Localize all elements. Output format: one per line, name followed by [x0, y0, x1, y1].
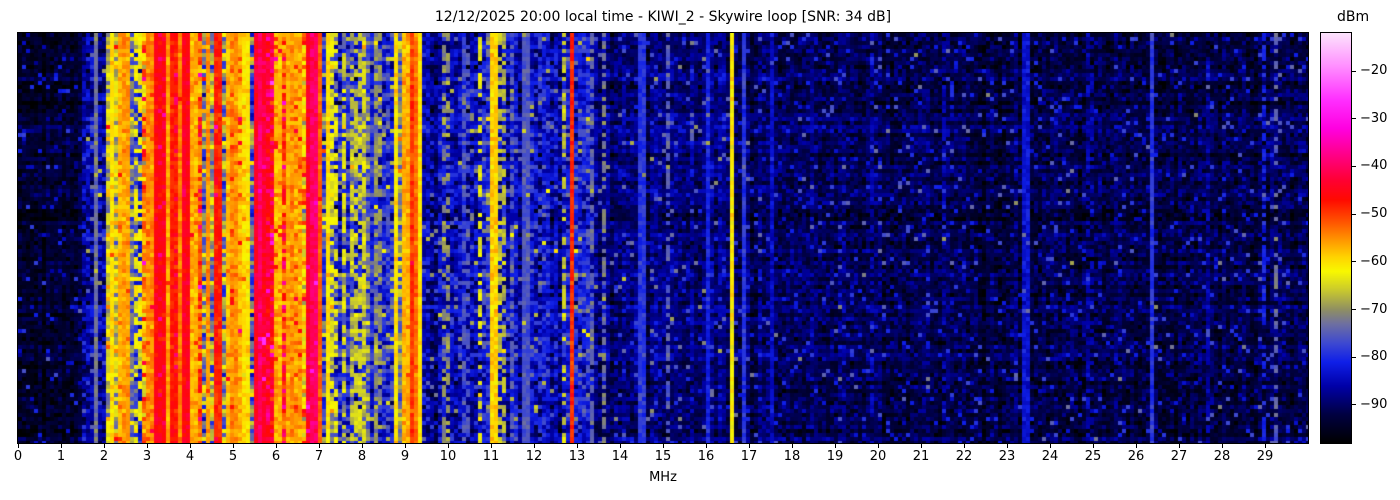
x-tick-mark [1136, 444, 1137, 448]
x-tick-label: 7 [314, 449, 324, 464]
x-axis-label: MHz [649, 470, 677, 485]
x-tick-label: 24 [1041, 449, 1059, 464]
x-tick-label: 4 [185, 449, 195, 464]
colorbar-tick-label: −50 [1360, 206, 1388, 222]
x-tick-mark [1265, 444, 1266, 448]
x-tick-mark [1050, 444, 1051, 448]
x-tick-label: 13 [568, 449, 586, 464]
waterfall-plot [17, 32, 1309, 444]
x-tick-label: 17 [740, 449, 758, 464]
x-tick-mark [1007, 444, 1008, 448]
colorbar-tick-mark [1352, 309, 1356, 310]
x-tick-mark [921, 444, 922, 448]
x-tick-mark [577, 444, 578, 448]
x-tick-mark [878, 444, 879, 448]
x-tick-mark [448, 444, 449, 448]
x-tick-mark [61, 444, 62, 448]
x-tick-label: 23 [998, 449, 1016, 464]
x-tick-mark [18, 444, 19, 448]
x-tick-mark [276, 444, 277, 448]
x-tick-label: 14 [611, 449, 629, 464]
x-tick-mark [964, 444, 965, 448]
x-tick-mark [190, 444, 191, 448]
x-tick-mark [362, 444, 363, 448]
x-tick-mark [663, 444, 664, 448]
x-tick-mark [1179, 444, 1180, 448]
x-tick-label: 9 [400, 449, 410, 464]
x-tick-label: 16 [697, 449, 715, 464]
x-tick-label: 5 [228, 449, 238, 464]
colorbar-tick-mark [1352, 404, 1356, 406]
spectrogram-figure: 12/12/2025 20:00 local time - KIWI_2 - S… [0, 0, 1400, 500]
x-tick-label: 25 [1084, 449, 1102, 464]
x-tick-label: 21 [912, 449, 930, 464]
x-tick-mark [620, 444, 621, 448]
x-tick-label: 20 [869, 449, 887, 464]
colorbar-tick-mark [1352, 261, 1356, 263]
colorbar-tick-label: −60 [1360, 253, 1388, 269]
x-tick-label: 22 [955, 449, 973, 464]
x-tick-label: 3 [142, 449, 152, 464]
x-tick-mark [706, 444, 707, 448]
x-tick-label: 19 [826, 449, 844, 464]
x-tick-label: 11 [482, 449, 500, 464]
x-tick-mark [835, 444, 836, 448]
x-tick-mark [233, 444, 234, 448]
x-tick-mark [534, 444, 535, 448]
x-tick-label: 0 [13, 449, 23, 464]
x-tick-label: 27 [1170, 449, 1188, 464]
colorbar-tick-mark [1352, 118, 1356, 120]
colorbar-tick-mark [1352, 356, 1356, 358]
x-tick-label: 10 [439, 449, 457, 464]
x-tick-label: 28 [1213, 449, 1231, 464]
x-tick-mark [1093, 444, 1094, 448]
colorbar-tick-mark [1352, 213, 1356, 215]
x-tick-mark [792, 444, 793, 448]
x-tick-mark [405, 444, 406, 448]
colorbar-tick-label: −30 [1360, 110, 1388, 126]
x-tick-label: 12 [525, 449, 543, 464]
x-tick-label: 26 [1127, 449, 1145, 464]
x-tick-label: 6 [271, 449, 281, 464]
colorbar-tick-label: −40 [1360, 158, 1388, 174]
x-tick-mark [1222, 444, 1223, 448]
colorbar-tick-mark [1352, 165, 1356, 167]
chart-title: 12/12/2025 20:00 local time - KIWI_2 - S… [434, 9, 892, 25]
colorbar-tick-label: −80 [1360, 349, 1388, 365]
colorbar-tick-label: −20 [1360, 63, 1388, 79]
colorbar-unit-label: dBm [1337, 9, 1370, 25]
waterfall-canvas [18, 33, 1308, 443]
x-tick-label: 29 [1256, 449, 1274, 464]
x-tick-mark [749, 444, 750, 448]
x-tick-mark [147, 444, 148, 448]
x-tick-mark [319, 444, 320, 448]
x-tick-label: 1 [56, 449, 66, 464]
x-tick-mark [491, 444, 492, 448]
x-tick-label: 15 [654, 449, 672, 464]
colorbar-tick-mark [1352, 70, 1356, 72]
x-tick-label: 2 [99, 449, 109, 464]
x-tick-label: 8 [357, 449, 367, 464]
colorbar-tick-label: −90 [1360, 396, 1388, 412]
colorbar-tick-label: −70 [1360, 301, 1388, 317]
x-tick-mark [104, 444, 105, 448]
colorbar [1320, 32, 1352, 444]
x-tick-label: 18 [783, 449, 801, 464]
